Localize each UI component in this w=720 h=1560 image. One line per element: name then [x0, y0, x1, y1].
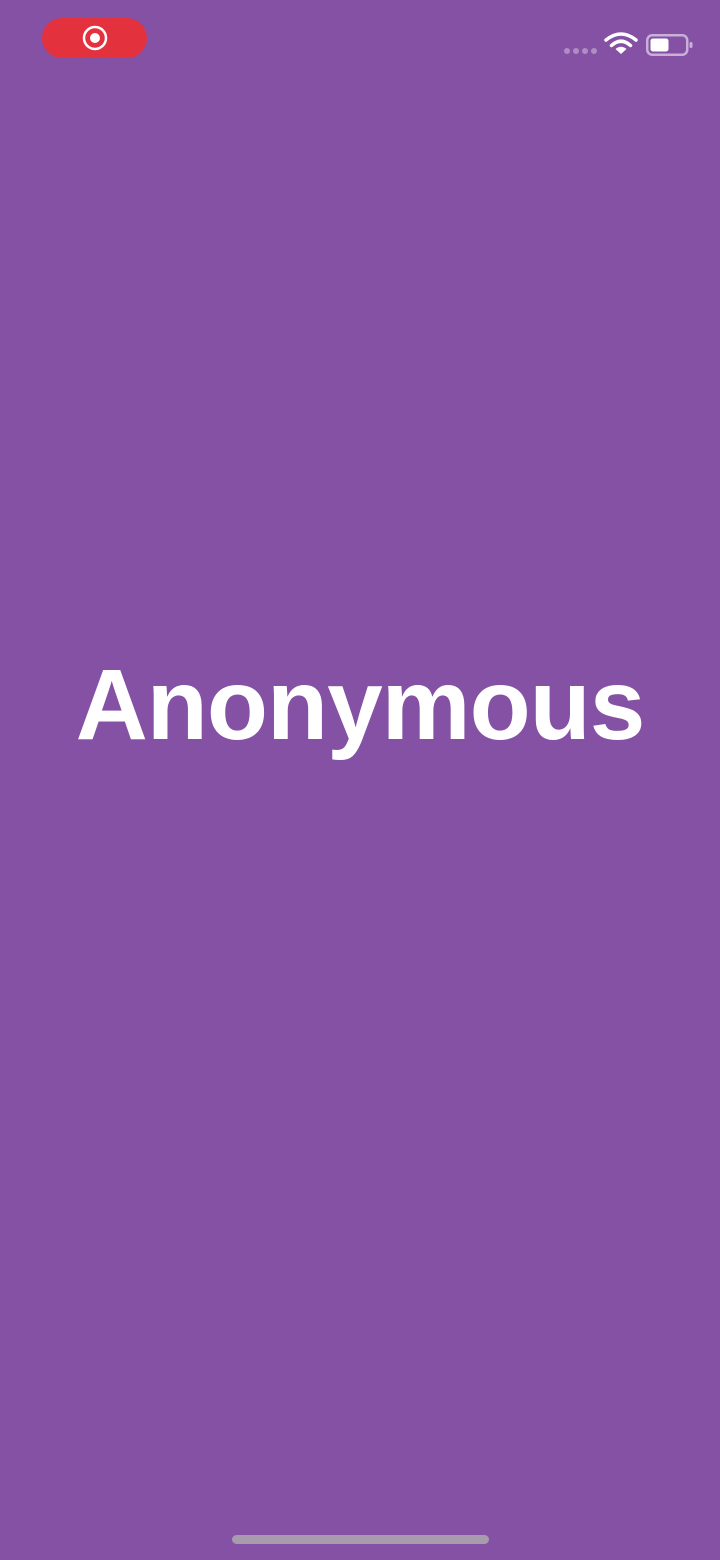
screen-recording-indicator[interactable] — [42, 18, 147, 58]
app-screen: Anonymous — [0, 0, 720, 1560]
battery-icon — [646, 34, 693, 56]
record-icon — [82, 25, 107, 51]
page-title: Anonymous — [75, 649, 646, 761]
status-bar — [0, 0, 720, 90]
wifi-icon — [604, 32, 638, 54]
cellular-signal-icon — [564, 48, 597, 54]
home-indicator[interactable] — [232, 1535, 489, 1544]
